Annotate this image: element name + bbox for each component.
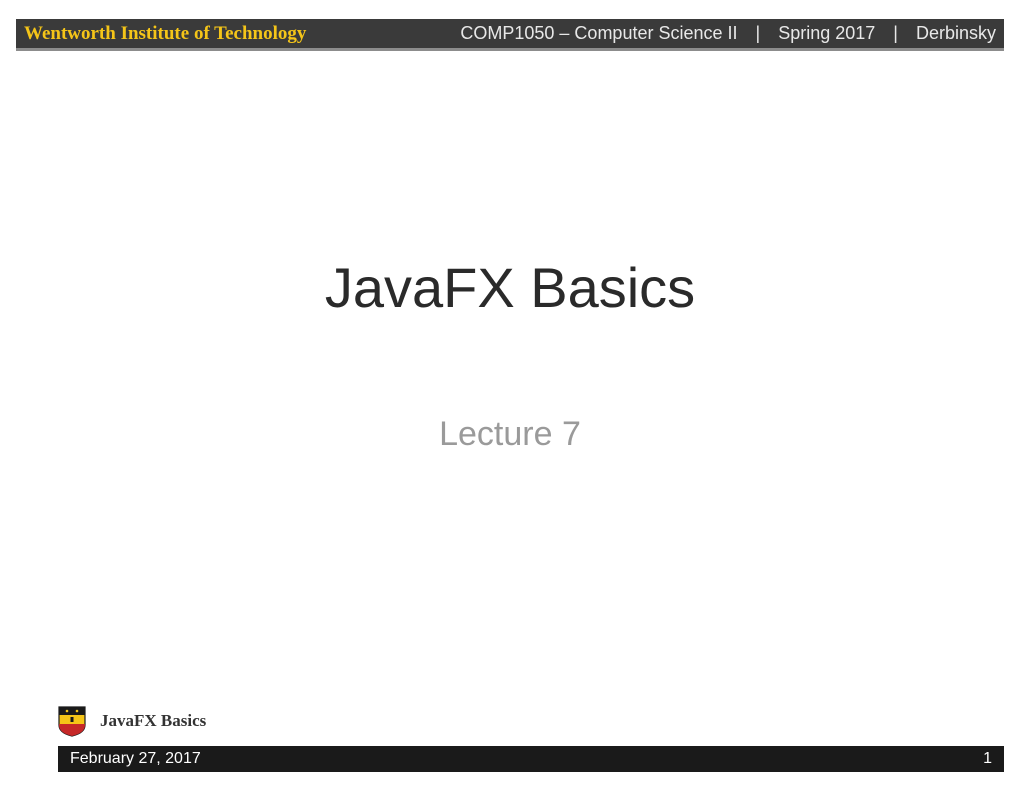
footer-date: February 27, 2017 — [70, 750, 201, 768]
slide-title: JavaFX Basics — [325, 255, 695, 320]
slide-content: JavaFX Basics Lecture 7 — [0, 0, 1020, 788]
shield-icon — [58, 705, 86, 737]
footer-topic-text: JavaFX Basics — [100, 711, 206, 731]
footer-topic: JavaFX Basics — [58, 705, 206, 737]
footer-bar: February 27, 2017 1 — [58, 746, 1004, 772]
slide-subtitle: Lecture 7 — [439, 415, 581, 454]
footer-page-number: 1 — [983, 750, 992, 768]
